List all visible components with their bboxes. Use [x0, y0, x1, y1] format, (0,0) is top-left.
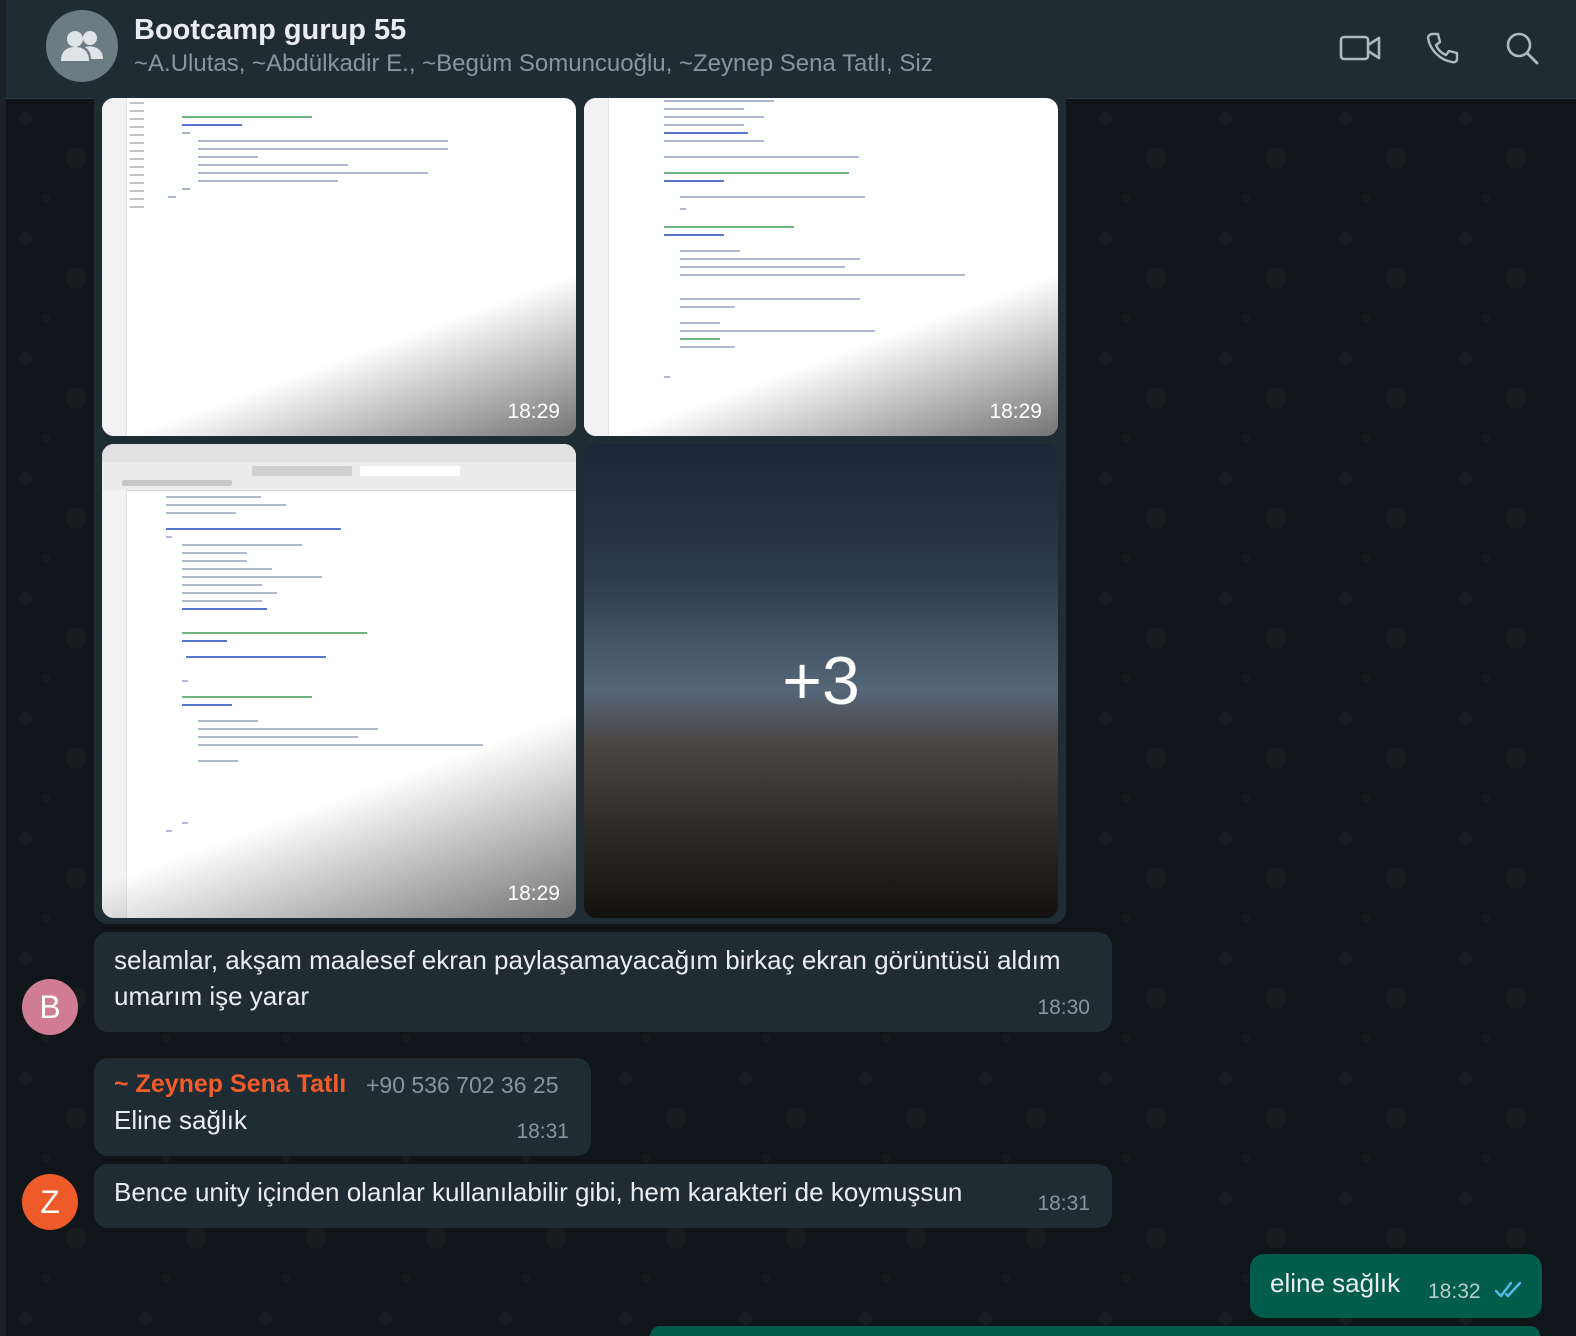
message-time: 18:31 — [1037, 1192, 1090, 1215]
message-bubble[interactable]: selamlar, akşam maalesef ekran paylaşama… — [94, 932, 1112, 1032]
media-timestamp: 18:29 — [507, 882, 560, 905]
avatar[interactable]: Z — [22, 1174, 78, 1230]
message-text: Bence unity içinden olanlar kullanılabil… — [114, 1177, 963, 1207]
message-text: eline sağlık — [1270, 1268, 1401, 1298]
message-text: selamlar, akşam maalesef ekran paylaşama… — [114, 945, 1061, 1011]
double-check-icon — [1494, 1280, 1524, 1305]
message-time: 18:31 — [516, 1120, 569, 1143]
screenshot-thumbnail[interactable]: 18:29 — [102, 444, 576, 918]
chat-header[interactable]: Bootcamp gurup 55 ~A.Ulutas, ~Abdülkadir… — [6, 0, 1576, 99]
message-time: 18:30 — [1037, 996, 1090, 1019]
sender-phone: +90 536 702 36 25 — [366, 1072, 559, 1098]
more-media-count: +3 — [782, 643, 860, 719]
outgoing-message-bubble-partial[interactable] — [650, 1326, 1540, 1336]
message-time: 18:32 — [1428, 1280, 1481, 1303]
avatar[interactable]: B — [22, 979, 78, 1035]
media-timestamp: 18:29 — [989, 400, 1042, 423]
media-timestamp: 18:29 — [507, 400, 560, 423]
message-text: Eline sağlık — [114, 1105, 247, 1135]
chat-title[interactable]: Bootcamp gurup 55 — [134, 14, 406, 47]
participants-list: ~A.Ulutas, ~Abdülkadir E., ~Begüm Somunc… — [134, 50, 933, 77]
group-avatar-icon[interactable] — [46, 10, 118, 82]
more-media-thumbnail[interactable]: +3 — [584, 444, 1058, 918]
screenshot-thumbnail[interactable]: 18:29 — [102, 98, 576, 436]
screenshot-thumbnail[interactable]: 18:29 — [584, 98, 1058, 436]
message-bubble[interactable]: Bence unity içinden olanlar kullanılabil… — [94, 1164, 1112, 1228]
sender-name[interactable]: ~ Zeynep Sena Tatlı — [114, 1070, 346, 1099]
outgoing-message-bubble[interactable]: eline sağlık 18:32 — [1250, 1254, 1542, 1318]
voice-call-icon[interactable] — [1420, 28, 1464, 68]
video-call-icon[interactable] — [1338, 28, 1382, 68]
search-icon[interactable] — [1500, 28, 1544, 68]
message-bubble[interactable]: ~ Zeynep Sena Tatlı +90 536 702 36 25 El… — [94, 1058, 591, 1156]
